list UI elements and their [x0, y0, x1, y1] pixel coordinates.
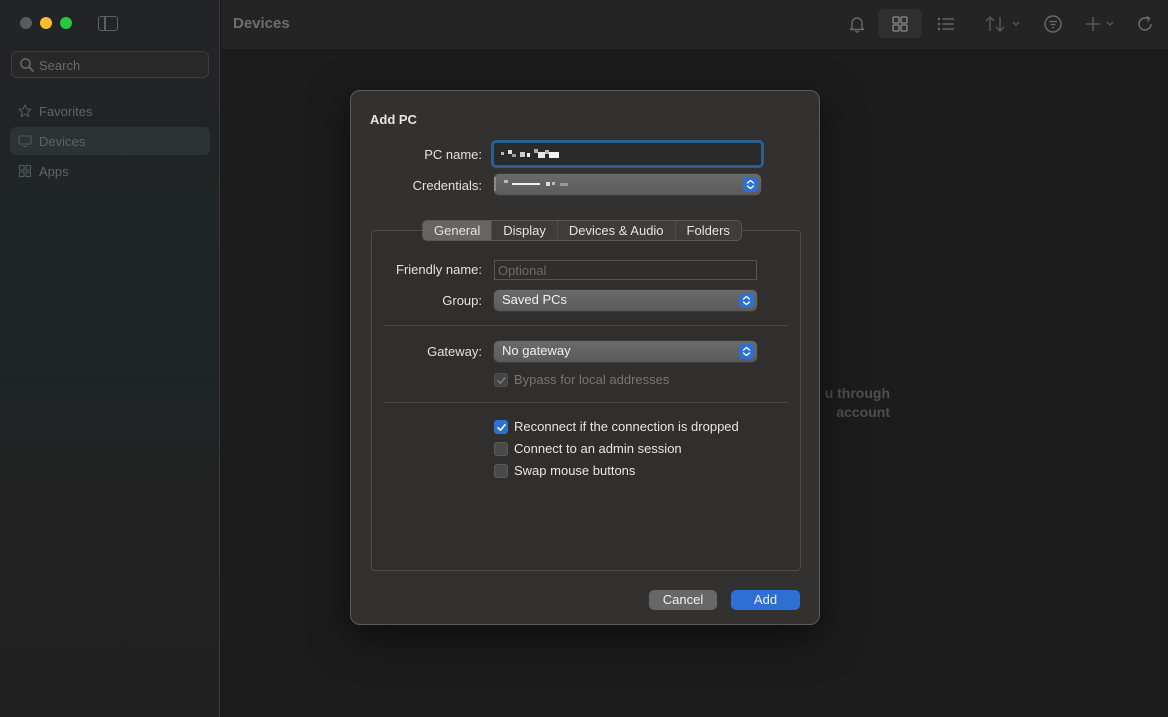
search-placeholder: Search	[39, 58, 81, 73]
sidebar-toggle-icon[interactable]	[98, 16, 118, 31]
sidebar-item-apps[interactable]: Apps	[10, 157, 210, 185]
empty-state-line-1: u through	[824, 385, 890, 401]
star-icon	[18, 104, 32, 118]
bypass-local-label: Bypass for local addresses	[514, 372, 670, 387]
toolbar: Devices	[221, 0, 1168, 50]
gateway-label: Gateway:	[427, 344, 482, 359]
group-select[interactable]: Saved PCs	[494, 290, 757, 311]
chevron-updown-icon	[739, 344, 754, 359]
credentials-redacted	[494, 177, 568, 191]
pc-name-label: PC name:	[424, 147, 482, 162]
pc-name-input[interactable]	[491, 140, 764, 168]
pc-name-redacted	[501, 149, 559, 158]
sidebar-item-label: Devices	[39, 133, 86, 149]
section-divider	[384, 325, 788, 326]
sidebar-item-label: Favorites	[39, 103, 93, 119]
checkmark-icon	[497, 376, 506, 384]
list-view-icon[interactable]	[935, 13, 957, 35]
refresh-icon[interactable]	[1134, 13, 1156, 35]
sidebar-item-favorites[interactable]: Favorites	[10, 97, 210, 125]
reconnect-checkbox-row[interactable]: Reconnect if the connection is dropped	[494, 419, 739, 434]
friendly-name-field[interactable]	[494, 260, 757, 280]
add-icon[interactable]	[1083, 13, 1119, 35]
close-window-button[interactable]	[20, 17, 32, 29]
admin-session-label: Connect to an admin session	[514, 441, 682, 456]
search-icon	[20, 58, 34, 72]
monitor-icon	[18, 135, 32, 148]
chevron-updown-icon	[743, 177, 758, 192]
minimize-window-button[interactable]	[40, 17, 52, 29]
bypass-local-checkbox	[494, 372, 508, 387]
tab-panel-general	[371, 230, 801, 571]
grid-view-icon	[892, 16, 908, 32]
section-divider	[384, 402, 788, 403]
bypass-local-checkbox-row: Bypass for local addresses	[494, 372, 669, 387]
bell-icon[interactable]	[846, 13, 868, 35]
empty-state-message: u through account	[820, 384, 890, 422]
sidebar: Search Favorites Devices Apps	[0, 0, 220, 717]
credentials-select[interactable]	[494, 174, 761, 195]
gateway-select-value: No gateway	[502, 343, 571, 358]
cancel-button[interactable]: Cancel	[649, 590, 717, 610]
tab-general[interactable]: General	[423, 221, 493, 240]
chevron-updown-icon	[739, 293, 754, 308]
friendly-name-label: Friendly name:	[396, 262, 482, 277]
group-select-value: Saved PCs	[502, 292, 568, 307]
page-title: Devices	[233, 15, 290, 32]
checkmark-icon	[497, 423, 506, 431]
dialog-title: Add PC	[370, 112, 417, 127]
filter-icon[interactable]	[1042, 13, 1064, 35]
reconnect-label: Reconnect if the connection is dropped	[514, 419, 739, 434]
reconnect-checkbox[interactable]	[494, 419, 508, 434]
admin-session-checkbox[interactable]	[494, 441, 508, 456]
sort-icon[interactable]	[984, 13, 1024, 35]
grid-view-button[interactable]	[878, 9, 922, 38]
tab-devices-audio[interactable]: Devices & Audio	[558, 221, 676, 240]
group-label: Group:	[442, 293, 482, 308]
admin-session-checkbox-row[interactable]: Connect to an admin session	[494, 441, 682, 456]
maximize-window-button[interactable]	[60, 17, 72, 29]
swap-mouse-label: Swap mouse buttons	[514, 463, 636, 478]
search-field[interactable]: Search	[11, 51, 209, 78]
tab-folders[interactable]: Folders	[676, 221, 741, 240]
tab-bar: General Display Devices & Audio Folders	[422, 220, 742, 241]
credentials-label: Credentials:	[412, 178, 482, 193]
swap-mouse-checkbox[interactable]	[494, 463, 508, 478]
sidebar-item-label: Apps	[39, 163, 69, 179]
window-controls	[20, 17, 72, 29]
sidebar-item-devices[interactable]: Devices	[10, 127, 210, 155]
gateway-select[interactable]: No gateway	[494, 341, 757, 362]
empty-state-line-2: account	[836, 404, 890, 420]
apps-grid-icon	[18, 164, 32, 178]
add-pc-dialog: Add PC PC name: Credentials: General Dis…	[350, 90, 820, 625]
swap-mouse-checkbox-row[interactable]: Swap mouse buttons	[494, 463, 635, 478]
add-button[interactable]: Add	[731, 590, 800, 610]
tab-display[interactable]: Display	[492, 221, 558, 240]
friendly-name-input[interactable]	[495, 261, 756, 279]
